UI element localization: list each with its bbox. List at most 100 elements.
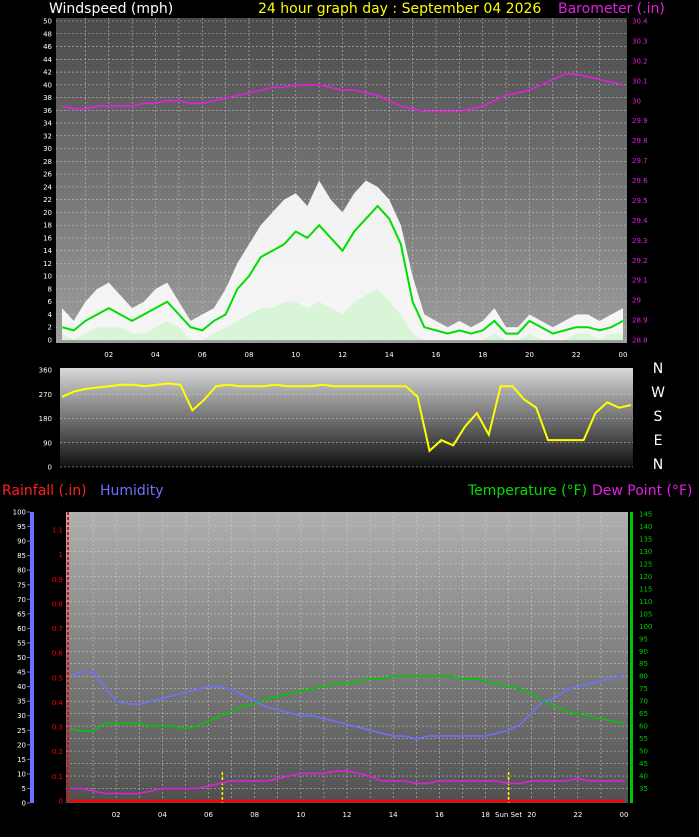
weather-graph-page: Windspeed (mph) 24 hour graph day : Sept… bbox=[0, 0, 699, 833]
wind-x-tick-label: 10 bbox=[291, 351, 300, 359]
humidity-tick-label: 90 bbox=[17, 538, 26, 546]
direction-plot-area bbox=[60, 368, 633, 467]
barometer-tick-label: 29.1 bbox=[632, 277, 648, 285]
temperature-tick-label: 120 bbox=[639, 573, 652, 581]
temperature-tick-label: 65 bbox=[639, 710, 648, 718]
compass-label-s: S bbox=[654, 409, 663, 425]
wind-y-tick-label: 22 bbox=[43, 196, 52, 204]
wind-y-tick-label: 40 bbox=[43, 81, 52, 89]
barometer-tick-label: 30.4 bbox=[632, 18, 648, 26]
wind-y-tick-label: 44 bbox=[43, 56, 52, 64]
humidity-tick-label: 85 bbox=[17, 552, 26, 560]
wind-x-tick-label: 18 bbox=[478, 351, 487, 359]
climate-x-tick-label: 00 bbox=[620, 811, 629, 819]
temperature-tick-label: 125 bbox=[639, 560, 652, 568]
temperature-tick-label: 35 bbox=[639, 785, 648, 793]
direction-axes: 0 90 180 270 360 bbox=[39, 367, 52, 472]
wind-x-tick-label: 22 bbox=[572, 351, 581, 359]
rain-tick-label: 0 bbox=[59, 798, 63, 806]
wind-y-tick-label: 16 bbox=[43, 234, 52, 242]
wind-y-tick-label: 2 bbox=[48, 324, 52, 332]
temperature-tick-label: 60 bbox=[639, 723, 648, 731]
wind-y-tick-label: 28 bbox=[43, 158, 52, 166]
wind-x-tick-label: 04 bbox=[151, 351, 160, 359]
rain-tick-label: 0.4 bbox=[52, 699, 64, 707]
rain-tick-label: 0.7 bbox=[52, 625, 63, 633]
barometer-tick-label: 29.3 bbox=[632, 237, 648, 245]
rain-tick-label: 1 bbox=[59, 551, 63, 559]
temperature-tick-label: 145 bbox=[639, 511, 652, 519]
temperature-tick-label: 75 bbox=[639, 685, 648, 693]
temperature-tick-label: 110 bbox=[639, 598, 652, 606]
climate-x-tick-label: 22 bbox=[573, 811, 582, 819]
wind-x-tick-label: 08 bbox=[245, 351, 254, 359]
temperature-tick-label: 105 bbox=[639, 610, 652, 618]
climate-x-tick-label: 12 bbox=[343, 811, 352, 819]
climate-x-tick-label: 16 bbox=[435, 811, 444, 819]
humidity-tick-label: 0 bbox=[22, 800, 26, 808]
wind-y-tick-label: 4 bbox=[48, 311, 53, 319]
direction-y-tick-label: 90 bbox=[43, 439, 52, 447]
barometer-tick-label: 30.1 bbox=[632, 77, 648, 85]
humidity-tick-label: 70 bbox=[17, 596, 26, 604]
humidity-tick-label: 30 bbox=[17, 712, 26, 720]
wind-x-tick-label: 16 bbox=[432, 351, 441, 359]
weather-charts-svg: Windspeed (mph) 24 hour graph day : Sept… bbox=[2, 1, 692, 819]
temperature-label: Temperature (°F) bbox=[467, 483, 587, 499]
humidity-tick-label: 100 bbox=[13, 509, 26, 517]
barometer-tick-label: 29.5 bbox=[632, 197, 648, 205]
temperature-tick-label: 70 bbox=[639, 698, 648, 706]
wind-y-tick-label: 30 bbox=[43, 145, 52, 153]
wind-y-tick-label: 14 bbox=[43, 247, 52, 255]
humidity-tick-label: 50 bbox=[17, 654, 26, 662]
barometer-tick-label: 28.9 bbox=[632, 317, 648, 325]
temperature-tick-label: 90 bbox=[639, 648, 648, 656]
wind-y-tick-label: 0 bbox=[48, 337, 52, 345]
rain-tick-label: 0.3 bbox=[52, 724, 63, 732]
sunset-label: Sun Set bbox=[495, 811, 522, 819]
humidity-tick-label: 20 bbox=[17, 741, 26, 749]
wind-y-tick-label: 48 bbox=[43, 30, 52, 38]
barometer-tick-label: 29 bbox=[632, 297, 641, 305]
direction-y-tick-label: 180 bbox=[39, 415, 52, 423]
humidity-tick-label: 60 bbox=[17, 625, 26, 633]
humidity-tick-label: 15 bbox=[17, 756, 26, 764]
wind-x-tick-label: 14 bbox=[385, 351, 394, 359]
temperature-tick-label: 50 bbox=[639, 748, 648, 756]
wind-y-tick-label: 36 bbox=[43, 107, 52, 115]
barometer-tick-label: 30 bbox=[632, 97, 641, 105]
barometer-tick-label: 30.2 bbox=[632, 57, 648, 65]
humidity-tick-label: 95 bbox=[17, 523, 26, 531]
direction-y-tick-label: 360 bbox=[39, 367, 52, 375]
climate-x-tick-label: 08 bbox=[250, 811, 259, 819]
climate-x-tick-label: 10 bbox=[296, 811, 305, 819]
compass-labels: NWSEN bbox=[651, 361, 665, 473]
humidity-axis-bar bbox=[30, 512, 34, 803]
barometer-tick-label: 30.3 bbox=[632, 37, 648, 45]
climate-x-tick-label: 20 bbox=[527, 811, 536, 819]
temperature-tick-label: 40 bbox=[639, 773, 648, 781]
rainfall-label: Rainfall (.in) bbox=[2, 483, 87, 499]
barometer-tick-label: 29.7 bbox=[632, 157, 648, 165]
rain-tick-label: 0.5 bbox=[52, 674, 63, 682]
chart-title: 24 hour graph day : September 04 2026 bbox=[258, 1, 541, 17]
climate-x-tick-label: 18 bbox=[481, 811, 490, 819]
rain-tick-label: 0.9 bbox=[52, 576, 63, 584]
wind-y-tick-label: 10 bbox=[43, 273, 52, 281]
temperature-tick-label: 80 bbox=[639, 673, 648, 681]
rain-tick-label: 0.6 bbox=[52, 650, 64, 658]
wind-y-tick-label: 38 bbox=[43, 94, 52, 102]
wind-x-tick-label: 20 bbox=[525, 351, 534, 359]
wind-x-tick-label: 00 bbox=[619, 351, 628, 359]
humidity-tick-label: 10 bbox=[17, 770, 26, 778]
temperature-tick-label: 85 bbox=[639, 660, 648, 668]
humidity-tick-label: 75 bbox=[17, 581, 26, 589]
compass-label-n: N bbox=[653, 361, 663, 377]
wind-y-tick-label: 18 bbox=[43, 222, 52, 230]
wind-y-tick-label: 8 bbox=[48, 285, 52, 293]
climate-x-tick-label: 14 bbox=[389, 811, 398, 819]
temperature-tick-label: 130 bbox=[639, 548, 652, 556]
direction-y-tick-label: 0 bbox=[48, 464, 52, 472]
wind-y-tick-label: 26 bbox=[43, 171, 52, 179]
temperature-tick-label: 115 bbox=[639, 585, 652, 593]
